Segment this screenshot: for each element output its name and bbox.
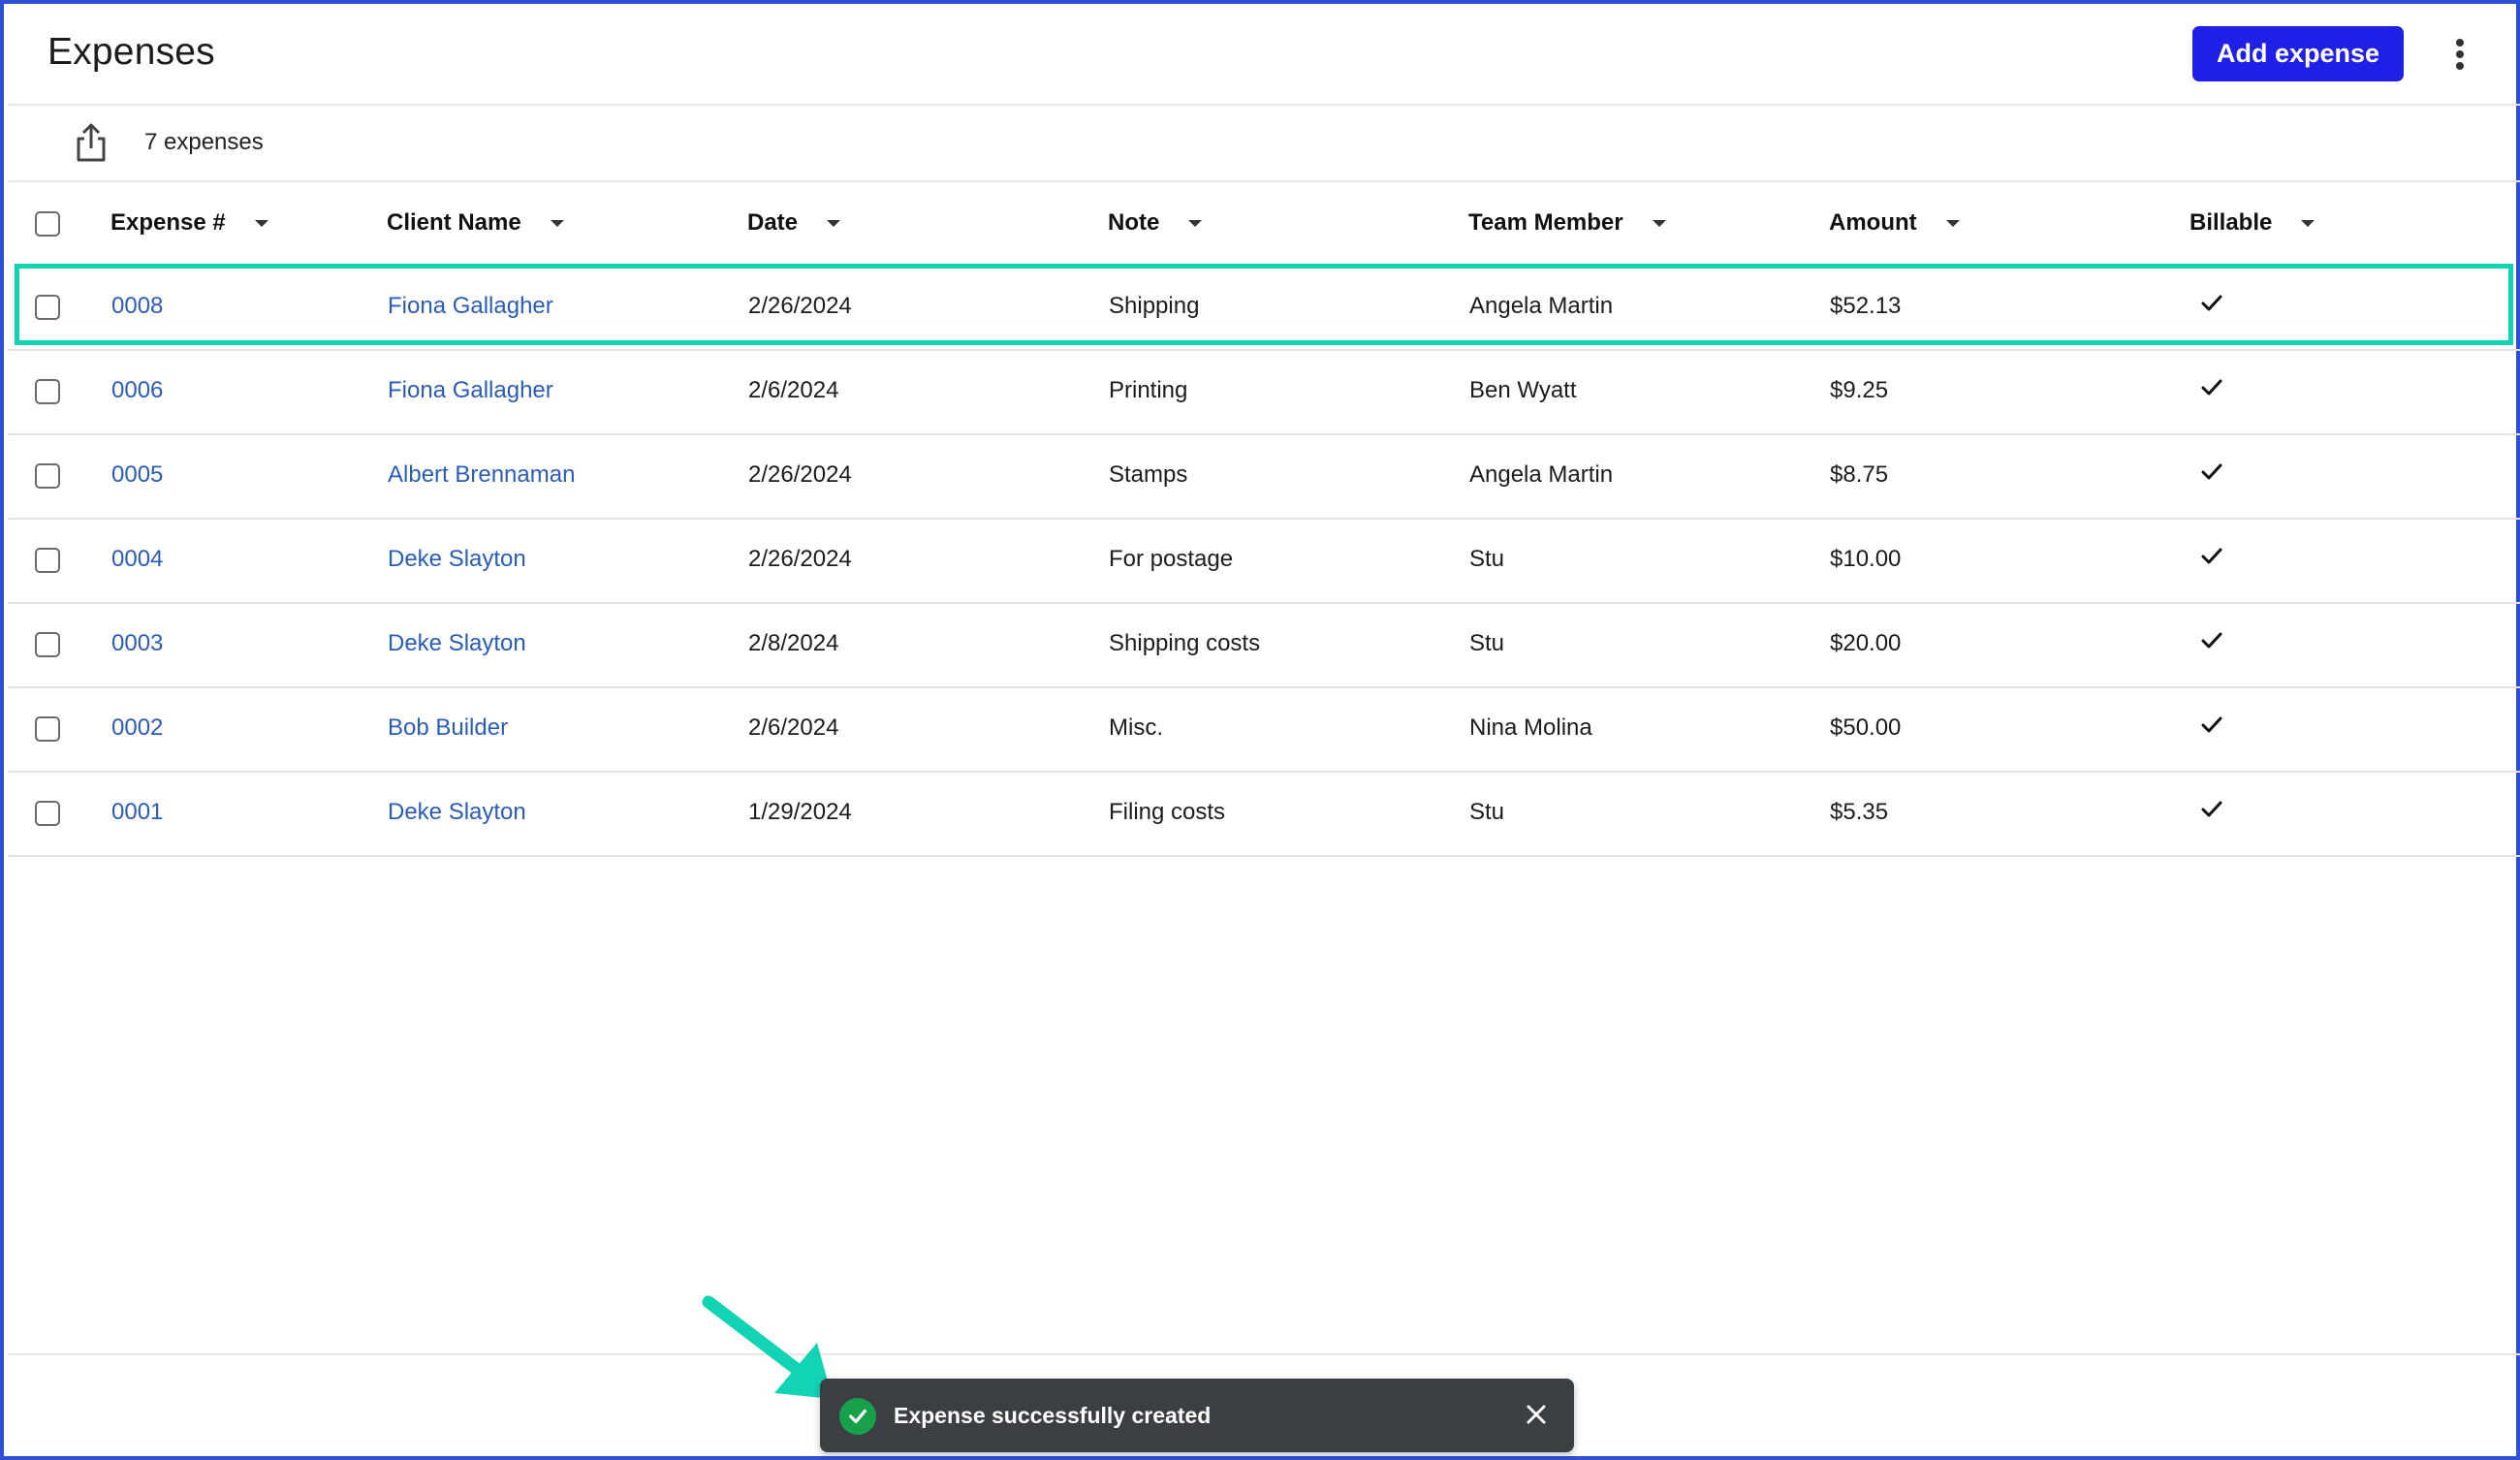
date-cell: 2/6/2024 [748, 377, 839, 403]
column-client-name[interactable]: Client Name [387, 209, 564, 237]
table-row[interactable]: 0005 Albert Brennaman 2/26/2024 Stamps A… [8, 434, 2520, 520]
toast-message: Expense successfully created [894, 1403, 1212, 1428]
table-header: Expense # Client Name Date Note Team Mem… [8, 182, 2520, 265]
sort-caret-icon[interactable] [1188, 219, 1203, 227]
team-member-cell: Stu [1469, 799, 1505, 825]
expense-number-link[interactable]: 0003 [111, 630, 163, 657]
client-name-link[interactable]: Deke Slayton [388, 799, 526, 826]
expense-number-link[interactable]: 0006 [111, 377, 163, 404]
check-icon [2201, 379, 2222, 396]
amount-cell: $5.35 [1830, 799, 1889, 825]
table-toolbar: 7 expenses [8, 106, 2520, 182]
table-row[interactable]: 0004 Deke Slayton 2/26/2024 For postage … [8, 519, 2520, 604]
column-expense-number[interactable]: Expense # [110, 209, 268, 237]
column-date[interactable]: Date [747, 209, 841, 237]
team-member-cell: Angela Martin [1469, 461, 1614, 488]
amount-cell: $9.25 [1830, 377, 1889, 403]
note-cell: Misc. [1109, 714, 1163, 741]
page-title: Expenses [47, 31, 215, 73]
success-toast: Expense successfully created [820, 1379, 1574, 1452]
amount-cell: $50.00 [1830, 714, 1902, 741]
expense-number-link[interactable]: 0001 [111, 799, 163, 826]
check-icon [2201, 632, 2222, 649]
table-row[interactable]: 0001 Deke Slayton 1/29/2024 Filing costs… [8, 772, 2520, 857]
column-billable[interactable]: Billable [2189, 209, 2315, 237]
table-row[interactable]: 0003 Deke Slayton 2/8/2024 Shipping cost… [8, 603, 2520, 688]
date-cell: 1/29/2024 [748, 799, 852, 825]
column-team-member[interactable]: Team Member [1468, 209, 1666, 237]
check-icon [2201, 716, 2222, 733]
row-checkbox[interactable] [35, 295, 60, 320]
client-name-link[interactable]: Deke Slayton [388, 630, 526, 657]
note-cell: For postage [1109, 546, 1234, 572]
row-checkbox[interactable] [35, 632, 60, 657]
row-checkbox[interactable] [35, 379, 60, 404]
close-icon[interactable] [1522, 1400, 1551, 1429]
check-icon [2201, 295, 2222, 311]
team-member-cell: Nina Molina [1469, 714, 1592, 741]
app-frame: Expenses Add expense 7 expenses Expense … [0, 0, 2520, 1460]
client-name-link[interactable]: Bob Builder [388, 714, 508, 742]
success-icon [839, 1398, 876, 1435]
note-cell: Stamps [1109, 461, 1188, 488]
expense-number-link[interactable]: 0002 [111, 714, 163, 742]
check-icon [2201, 801, 2222, 817]
team-member-cell: Stu [1469, 630, 1505, 656]
page-header: Expenses Add expense [8, 8, 2520, 106]
row-checkbox[interactable] [35, 716, 60, 742]
amount-cell: $20.00 [1830, 630, 1902, 656]
row-checkbox[interactable] [35, 801, 60, 826]
table-row[interactable]: 0008 Fiona Gallagher 2/26/2024 Shipping … [8, 266, 2520, 351]
column-amount[interactable]: Amount [1829, 209, 1960, 237]
add-expense-button[interactable]: Add expense [2192, 26, 2404, 81]
table-row[interactable]: 0002 Bob Builder 2/6/2024 Misc. Nina Mol… [8, 687, 2520, 773]
table-row[interactable]: 0006 Fiona Gallagher 2/6/2024 Printing B… [8, 350, 2520, 435]
sort-caret-icon[interactable] [1652, 219, 1666, 227]
note-cell: Printing [1109, 377, 1188, 403]
expense-number-link[interactable]: 0005 [111, 461, 163, 489]
footer-divider [8, 1353, 2520, 1355]
client-name-link[interactable]: Fiona Gallagher [388, 293, 553, 320]
client-name-link[interactable]: Fiona Gallagher [388, 377, 553, 404]
amount-cell: $10.00 [1830, 546, 1902, 572]
check-icon [2201, 463, 2222, 480]
team-member-cell: Ben Wyatt [1469, 377, 1577, 403]
sort-caret-icon[interactable] [1945, 219, 1960, 227]
export-icon[interactable] [70, 119, 112, 166]
note-cell: Shipping [1109, 293, 1200, 319]
sort-caret-icon[interactable] [2301, 219, 2315, 227]
sort-caret-icon[interactable] [254, 219, 268, 227]
sort-caret-icon[interactable] [550, 219, 564, 227]
team-member-cell: Stu [1469, 546, 1505, 572]
row-checkbox[interactable] [35, 548, 60, 573]
expense-number-link[interactable]: 0008 [111, 293, 163, 320]
client-name-link[interactable]: Deke Slayton [388, 546, 526, 573]
note-cell: Shipping costs [1109, 630, 1261, 656]
amount-cell: $8.75 [1830, 461, 1889, 488]
sort-caret-icon[interactable] [827, 219, 841, 227]
date-cell: 2/26/2024 [748, 461, 852, 488]
select-all-checkbox[interactable] [35, 211, 60, 237]
row-checkbox[interactable] [35, 463, 60, 489]
amount-cell: $52.13 [1830, 293, 1902, 319]
date-cell: 2/8/2024 [748, 630, 839, 656]
client-name-link[interactable]: Albert Brennaman [388, 461, 575, 489]
kebab-menu-icon[interactable] [2445, 31, 2474, 78]
column-note[interactable]: Note [1108, 209, 1203, 237]
team-member-cell: Angela Martin [1469, 293, 1614, 319]
expense-count: 7 expenses [144, 129, 264, 155]
expense-number-link[interactable]: 0004 [111, 546, 163, 573]
date-cell: 2/6/2024 [748, 714, 839, 741]
note-cell: Filing costs [1109, 799, 1226, 825]
date-cell: 2/26/2024 [748, 546, 852, 572]
check-icon [2201, 548, 2222, 564]
date-cell: 2/26/2024 [748, 293, 852, 319]
